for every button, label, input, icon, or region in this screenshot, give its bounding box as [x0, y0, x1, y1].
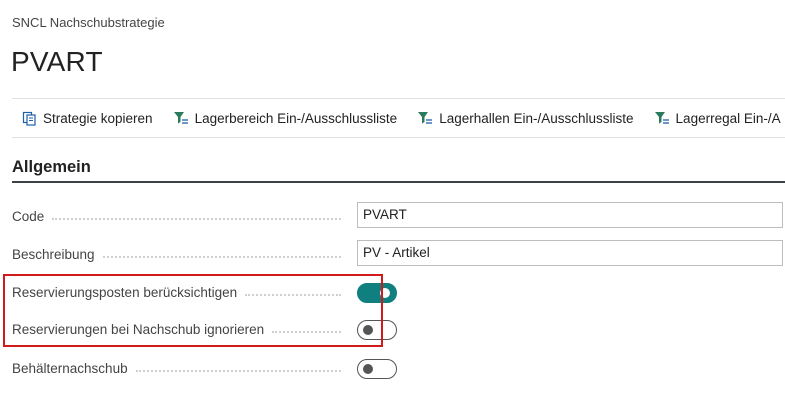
action-bar: Strategie kopieren Lagerbereich Ein-/Aus…	[12, 98, 785, 138]
toggle-knob	[363, 325, 373, 335]
reservierungsposten-toggle[interactable]	[357, 283, 397, 303]
leader-dots	[102, 256, 341, 258]
copy-strategy-label: Strategie kopieren	[43, 110, 153, 126]
section-title[interactable]: Allgemein	[12, 158, 91, 177]
field-row-reservierungsposten: Reservierungsposten berücksichtigen	[12, 277, 785, 307]
breadcrumb: SNCL Nachschubstrategie	[12, 15, 165, 30]
beschreibung-label: Beschreibung	[12, 246, 95, 262]
nachschub-ignorieren-label: Reservierungen bei Nachschub ignorieren	[12, 321, 265, 337]
copy-document-icon	[22, 111, 36, 126]
code-label: Code	[12, 208, 45, 224]
toggle-knob	[363, 364, 373, 374]
leader-dots	[135, 370, 341, 372]
lagerregal-list-label: Lagerregal Ein-/A	[675, 110, 781, 126]
leader-dots	[245, 294, 341, 296]
leader-dots	[272, 331, 341, 333]
filter-list-icon	[654, 112, 669, 124]
field-row-code: Code	[12, 201, 785, 231]
filter-list-icon	[418, 112, 433, 124]
lagerregal-list-button[interactable]: Lagerregal Ein-/A	[654, 110, 781, 126]
nachschub-ignorieren-toggle[interactable]	[357, 320, 397, 340]
lagerhallen-list-label: Lagerhallen Ein-/Ausschlussliste	[439, 110, 634, 126]
toggle-knob	[380, 288, 390, 298]
behaelternachschub-toggle[interactable]	[357, 359, 397, 379]
copy-strategy-button[interactable]: Strategie kopieren	[22, 111, 153, 126]
code-input[interactable]	[357, 202, 783, 228]
beschreibung-input[interactable]	[357, 240, 783, 266]
lagerhallen-list-button[interactable]: Lagerhallen Ein-/Ausschlussliste	[417, 110, 634, 126]
behaelternachschub-label: Behälternachschub	[12, 360, 128, 376]
field-row-behaelternachschub: Behälternachschub	[12, 353, 785, 383]
reservierungsposten-label: Reservierungsposten berücksichtigen	[12, 284, 238, 300]
lagerbereich-list-label: Lagerbereich Ein-/Ausschlussliste	[194, 110, 398, 126]
field-row-beschreibung: Beschreibung	[12, 239, 785, 269]
field-row-nachschub-ignorieren: Reservierungen bei Nachschub ignorieren	[12, 314, 785, 344]
section-divider	[12, 181, 785, 183]
page-title: PVART	[11, 46, 103, 77]
filter-list-icon	[173, 112, 188, 124]
leader-dots	[52, 218, 341, 220]
lagerbereich-list-button[interactable]: Lagerbereich Ein-/Ausschlussliste	[173, 110, 398, 126]
